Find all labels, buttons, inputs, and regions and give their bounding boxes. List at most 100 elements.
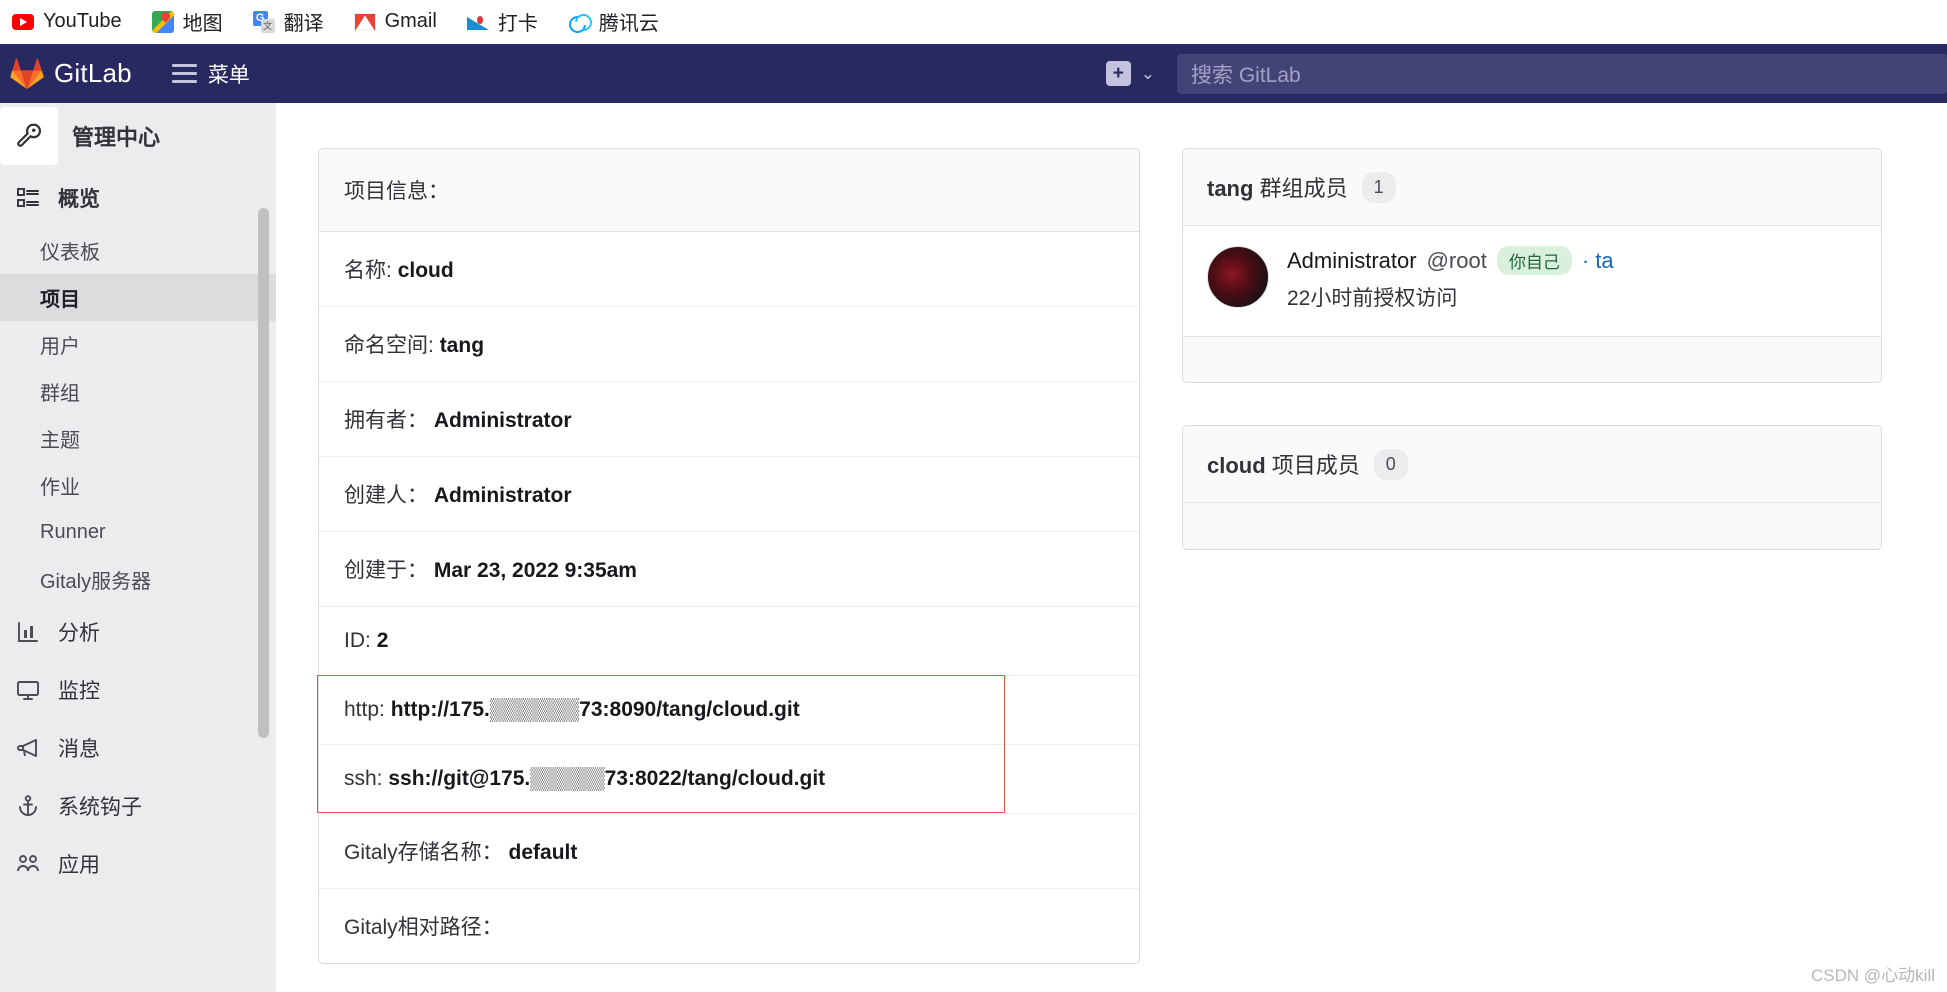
project-info-row-name: 名称: cloud <box>319 232 1139 307</box>
project-info-row-ssh-url: ssh: ssh://git@175.▒▒▒▒▒73:8022/tang/clo… <box>319 745 1139 814</box>
sidebar-item-label: 主题 <box>40 430 80 452</box>
project-info-row-creator: 创建人： Administrator <box>319 457 1139 532</box>
members-column: tang 群组成员 1 Administrator @root 你自己 · ta… <box>1182 148 1882 964</box>
sidebar-context-header[interactable]: 管理中心 <box>0 103 276 169</box>
project-info-row-owner: 拥有者： Administrator <box>319 382 1139 457</box>
sidebar-item-monitoring[interactable]: 监控 <box>0 661 276 719</box>
group-name: tang <box>1207 176 1254 201</box>
bookmark-label: 打卡 <box>497 13 538 35</box>
sidebar-item-messages[interactable]: 消息 <box>0 719 276 777</box>
sidebar-item-overview[interactable]: 概览 <box>0 169 276 227</box>
sidebar-item-topics[interactable]: 主题 <box>0 415 276 462</box>
sidebar-item-groups[interactable]: 群组 <box>0 368 276 415</box>
status-badge: 你自己 <box>1496 246 1572 275</box>
monitor-icon <box>12 678 44 702</box>
bookmark-label: Gmail <box>384 10 437 32</box>
member-access-note: 22小时前授权访问 <box>1287 287 1458 310</box>
project-name: cloud <box>1207 453 1266 478</box>
bookmark-gmail[interactable]: Gmail <box>353 10 437 33</box>
browser-bookmark-bar: YouTube 地图 翻译 Gmail 打卡 腾讯云 <box>0 0 1947 44</box>
bookmark-youtube[interactable]: YouTube <box>12 10 122 33</box>
search-input[interactable]: 搜索 GitLab <box>1177 53 1947 94</box>
gitlab-home-link[interactable]: GitLab <box>10 57 132 90</box>
bookmark-label: 腾讯云 <box>598 13 659 35</box>
sidebar-item-projects[interactable]: 项目 <box>0 274 276 321</box>
sidebar-item-label: 应用 <box>58 854 100 877</box>
gitlab-logo-icon <box>10 57 44 90</box>
project-info-row-http-url: http: http://175.▒▒▒▒▒▒73:8090/tang/clou… <box>319 676 1139 745</box>
google-maps-icon <box>151 10 174 33</box>
bookmark-label: 翻译 <box>283 13 324 35</box>
gitlab-brand-label: GitLab <box>54 58 132 88</box>
sidebar-item-system-hooks[interactable]: 系统钩子 <box>0 777 276 835</box>
sidebar-item-gitaly-servers[interactable]: Gitaly服务器 <box>0 556 276 603</box>
sidebar-item-label: 消息 <box>58 738 100 761</box>
youtube-icon <box>12 11 34 33</box>
project-members-header: cloud 项目成员 0 <box>1183 426 1881 503</box>
project-info-row-namespace: 命名空间: tang <box>319 307 1139 382</box>
row-label: 命名空间: <box>344 334 434 357</box>
row-value: http://175.▒▒▒▒▒▒73:8090/tang/cloud.git <box>390 698 800 721</box>
row-value: cloud <box>397 259 454 282</box>
row-value: tang <box>439 334 485 357</box>
sidebar-item-dashboard[interactable]: 仪表板 <box>0 227 276 274</box>
overview-icon <box>12 186 44 210</box>
project-members-count: 0 <box>1373 448 1408 480</box>
row-value: 2 <box>376 629 389 652</box>
member-details: Administrator @root 你自己 · ta 22小时前授权访问 <box>1287 246 1614 312</box>
analytics-icon <box>12 620 44 644</box>
anchor-icon <box>12 794 44 818</box>
gitlab-navbar: GitLab 菜单 + ⌄ 搜索 GitLab <box>0 44 1947 103</box>
project-info-row-id: ID: 2 <box>319 607 1139 676</box>
bookmark-maps[interactable]: 地图 <box>151 7 223 36</box>
bookmark-checkin[interactable]: 打卡 <box>466 7 538 36</box>
group-members-footer <box>1183 336 1881 382</box>
row-label: Gitaly存储名称： <box>344 841 503 864</box>
project-members-card: cloud 项目成员 0 <box>1182 425 1882 550</box>
project-members-body <box>1183 503 1881 549</box>
sidebar-item-label: Gitaly服务器 <box>40 571 152 593</box>
sidebar-item-users[interactable]: 用户 <box>0 321 276 368</box>
sidebar-item-label: 监控 <box>58 680 100 703</box>
megaphone-icon <box>12 736 44 760</box>
group-members-title: tang 群组成员 <box>1207 171 1348 203</box>
bookmark-label: YouTube <box>43 10 122 32</box>
hamburger-icon <box>171 64 197 83</box>
applications-icon <box>12 852 44 876</box>
sidebar-item-label: 概览 <box>58 188 100 211</box>
member-handle[interactable]: @root <box>1427 248 1487 274</box>
sidebar-scrollbar[interactable] <box>258 208 269 738</box>
admin-sidebar: 管理中心 概览 仪表板 项目 用户 群组 主题 作业 Runner Gitaly… <box>0 103 276 992</box>
main-content: 项目信息： 名称: cloud 命名空间: tang 拥有者： Administ… <box>295 103 1947 992</box>
project-members-title: cloud 项目成员 <box>1207 448 1360 480</box>
project-info-row-gitaly-storage: Gitaly存储名称： default <box>319 814 1139 889</box>
navbar-right-group: + ⌄ 搜索 GitLab <box>1105 53 1947 94</box>
sidebar-item-applications[interactable]: 应用 <box>0 835 276 893</box>
sidebar-context-label: 管理中心 <box>72 125 161 150</box>
avatar[interactable] <box>1207 246 1269 308</box>
member-extra-link[interactable]: · ta <box>1582 248 1614 274</box>
chevron-down-icon[interactable]: ⌄ <box>1141 64 1155 84</box>
watermark: CSDN @心动kill <box>1811 966 1935 985</box>
content-columns: 项目信息： 名称: cloud 命名空间: tang 拥有者： Administ… <box>295 103 1947 964</box>
member-name[interactable]: Administrator <box>1287 248 1417 274</box>
main-menu-button[interactable]: 菜单 <box>171 59 250 89</box>
airline-icon <box>466 11 489 33</box>
bookmark-label: 地图 <box>182 13 223 35</box>
row-label: ID: <box>344 629 371 652</box>
group-member-row: Administrator @root 你自己 · ta 22小时前授权访问 <box>1183 226 1881 336</box>
row-label: 创建于： <box>344 559 428 582</box>
google-translate-icon <box>252 10 275 33</box>
project-info-card: 项目信息： 名称: cloud 命名空间: tang 拥有者： Administ… <box>318 148 1140 964</box>
row-label: Gitaly相对路径： <box>344 916 503 939</box>
sidebar-item-analytics[interactable]: 分析 <box>0 603 276 661</box>
bookmark-tencent-cloud[interactable]: 腾讯云 <box>568 7 659 36</box>
bookmark-translate[interactable]: 翻译 <box>252 7 324 36</box>
project-info-title: 项目信息： <box>319 149 1139 232</box>
create-new-button[interactable]: + <box>1105 61 1131 86</box>
sidebar-item-runner[interactable]: Runner <box>0 509 276 556</box>
row-value: default <box>508 841 578 864</box>
sidebar-item-jobs[interactable]: 作业 <box>0 462 276 509</box>
sidebar-item-label: 群组 <box>40 383 80 405</box>
project-members-suffix: 项目成员 <box>1265 453 1360 478</box>
